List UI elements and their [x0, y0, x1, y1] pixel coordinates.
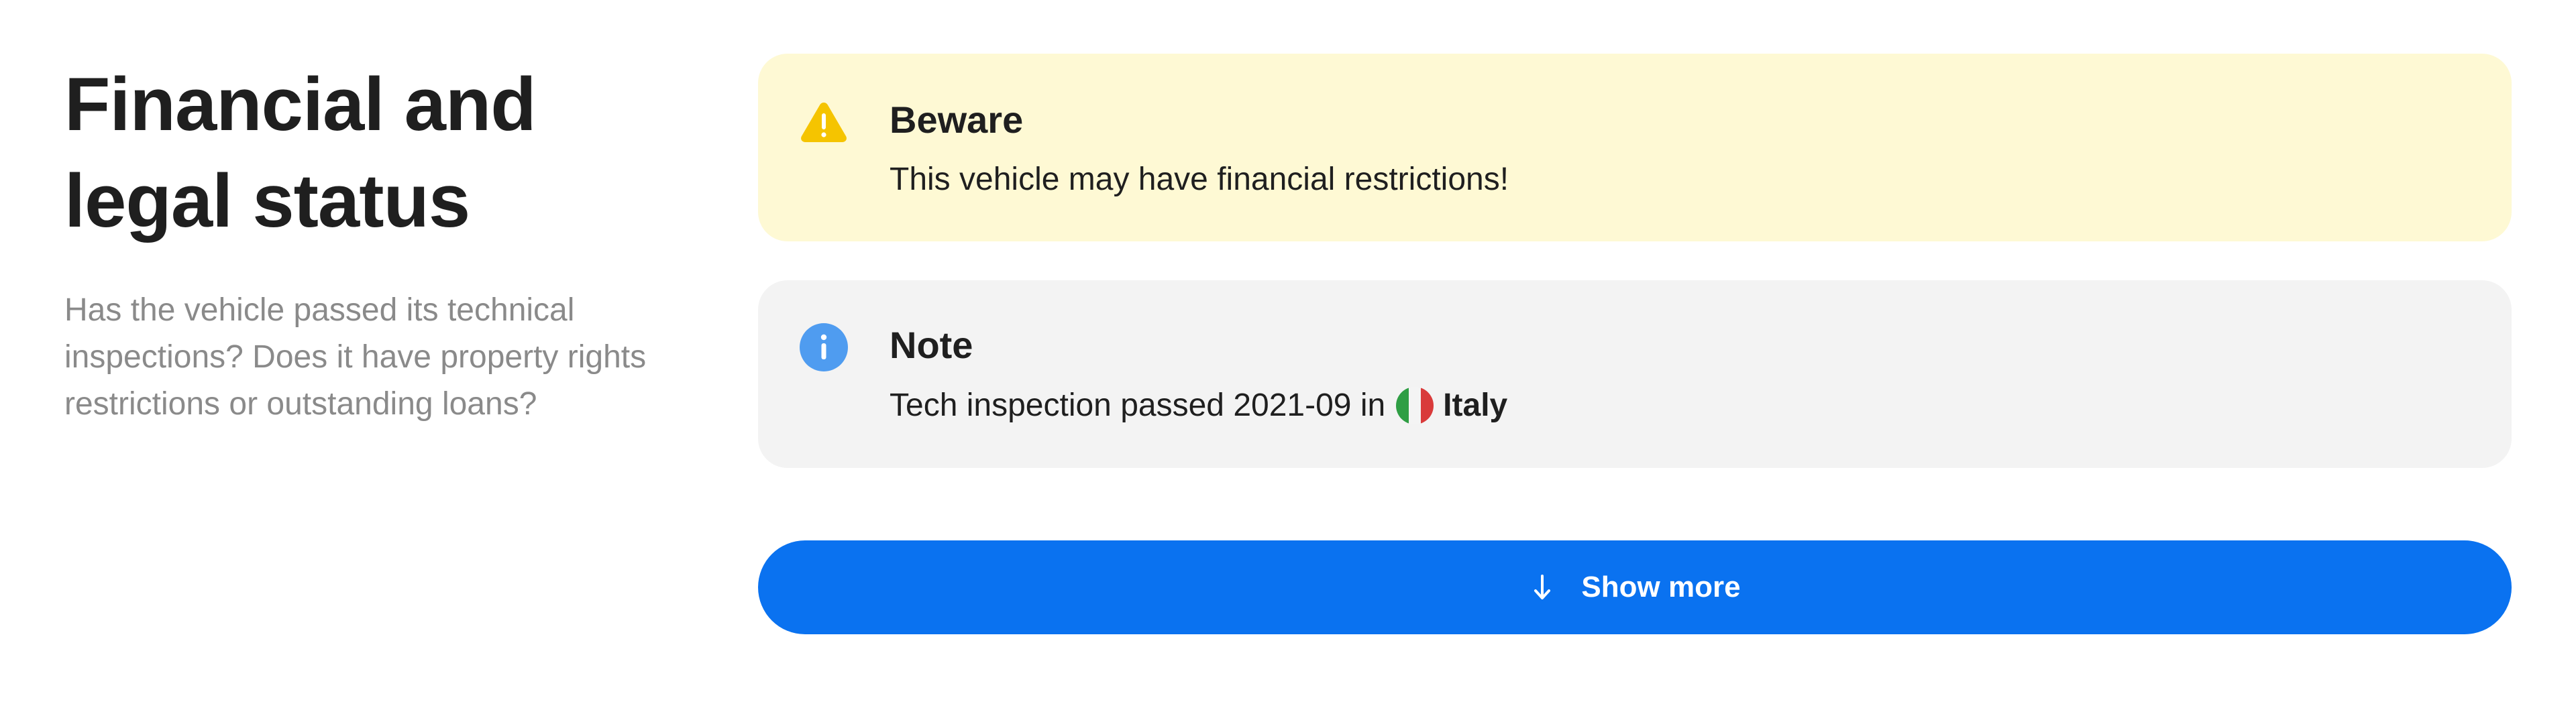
section-title-line1: Financial and — [64, 62, 537, 146]
warning-title: Beware — [890, 99, 1024, 141]
section-intro: Financial and legal status Has the vehic… — [64, 56, 668, 428]
info-circle-icon — [800, 323, 848, 371]
warning-triangle-icon — [800, 98, 848, 146]
status-panel: Beware This vehicle may have financial r… — [758, 54, 2512, 634]
section-title-line2: legal status — [64, 159, 470, 243]
note-country: Italy — [1443, 388, 1508, 423]
note-text-prefix: Tech inspection passed 2021-09 in — [890, 388, 1386, 423]
financial-legal-status-section: Financial and legal status Has the vehic… — [0, 0, 2576, 704]
note-title: Note — [890, 324, 973, 366]
note-text: Tech inspection passed 2021-09 in Italy — [890, 384, 1507, 427]
show-more-button[interactable]: Show more — [758, 540, 2512, 634]
warning-text: This vehicle may have financial restrict… — [890, 162, 1509, 197]
warning-card: Beware This vehicle may have financial r… — [758, 54, 2512, 241]
arrow-down-icon — [1529, 574, 1556, 601]
section-title: Financial and legal status — [64, 56, 668, 249]
section-description: Has the vehicle passed its technical ins… — [64, 292, 647, 422]
italy-flag-icon — [1396, 387, 1434, 424]
note-card: Note Tech inspection passed 2021-09 in I… — [758, 280, 2512, 468]
show-more-label: Show more — [1581, 571, 1741, 603]
